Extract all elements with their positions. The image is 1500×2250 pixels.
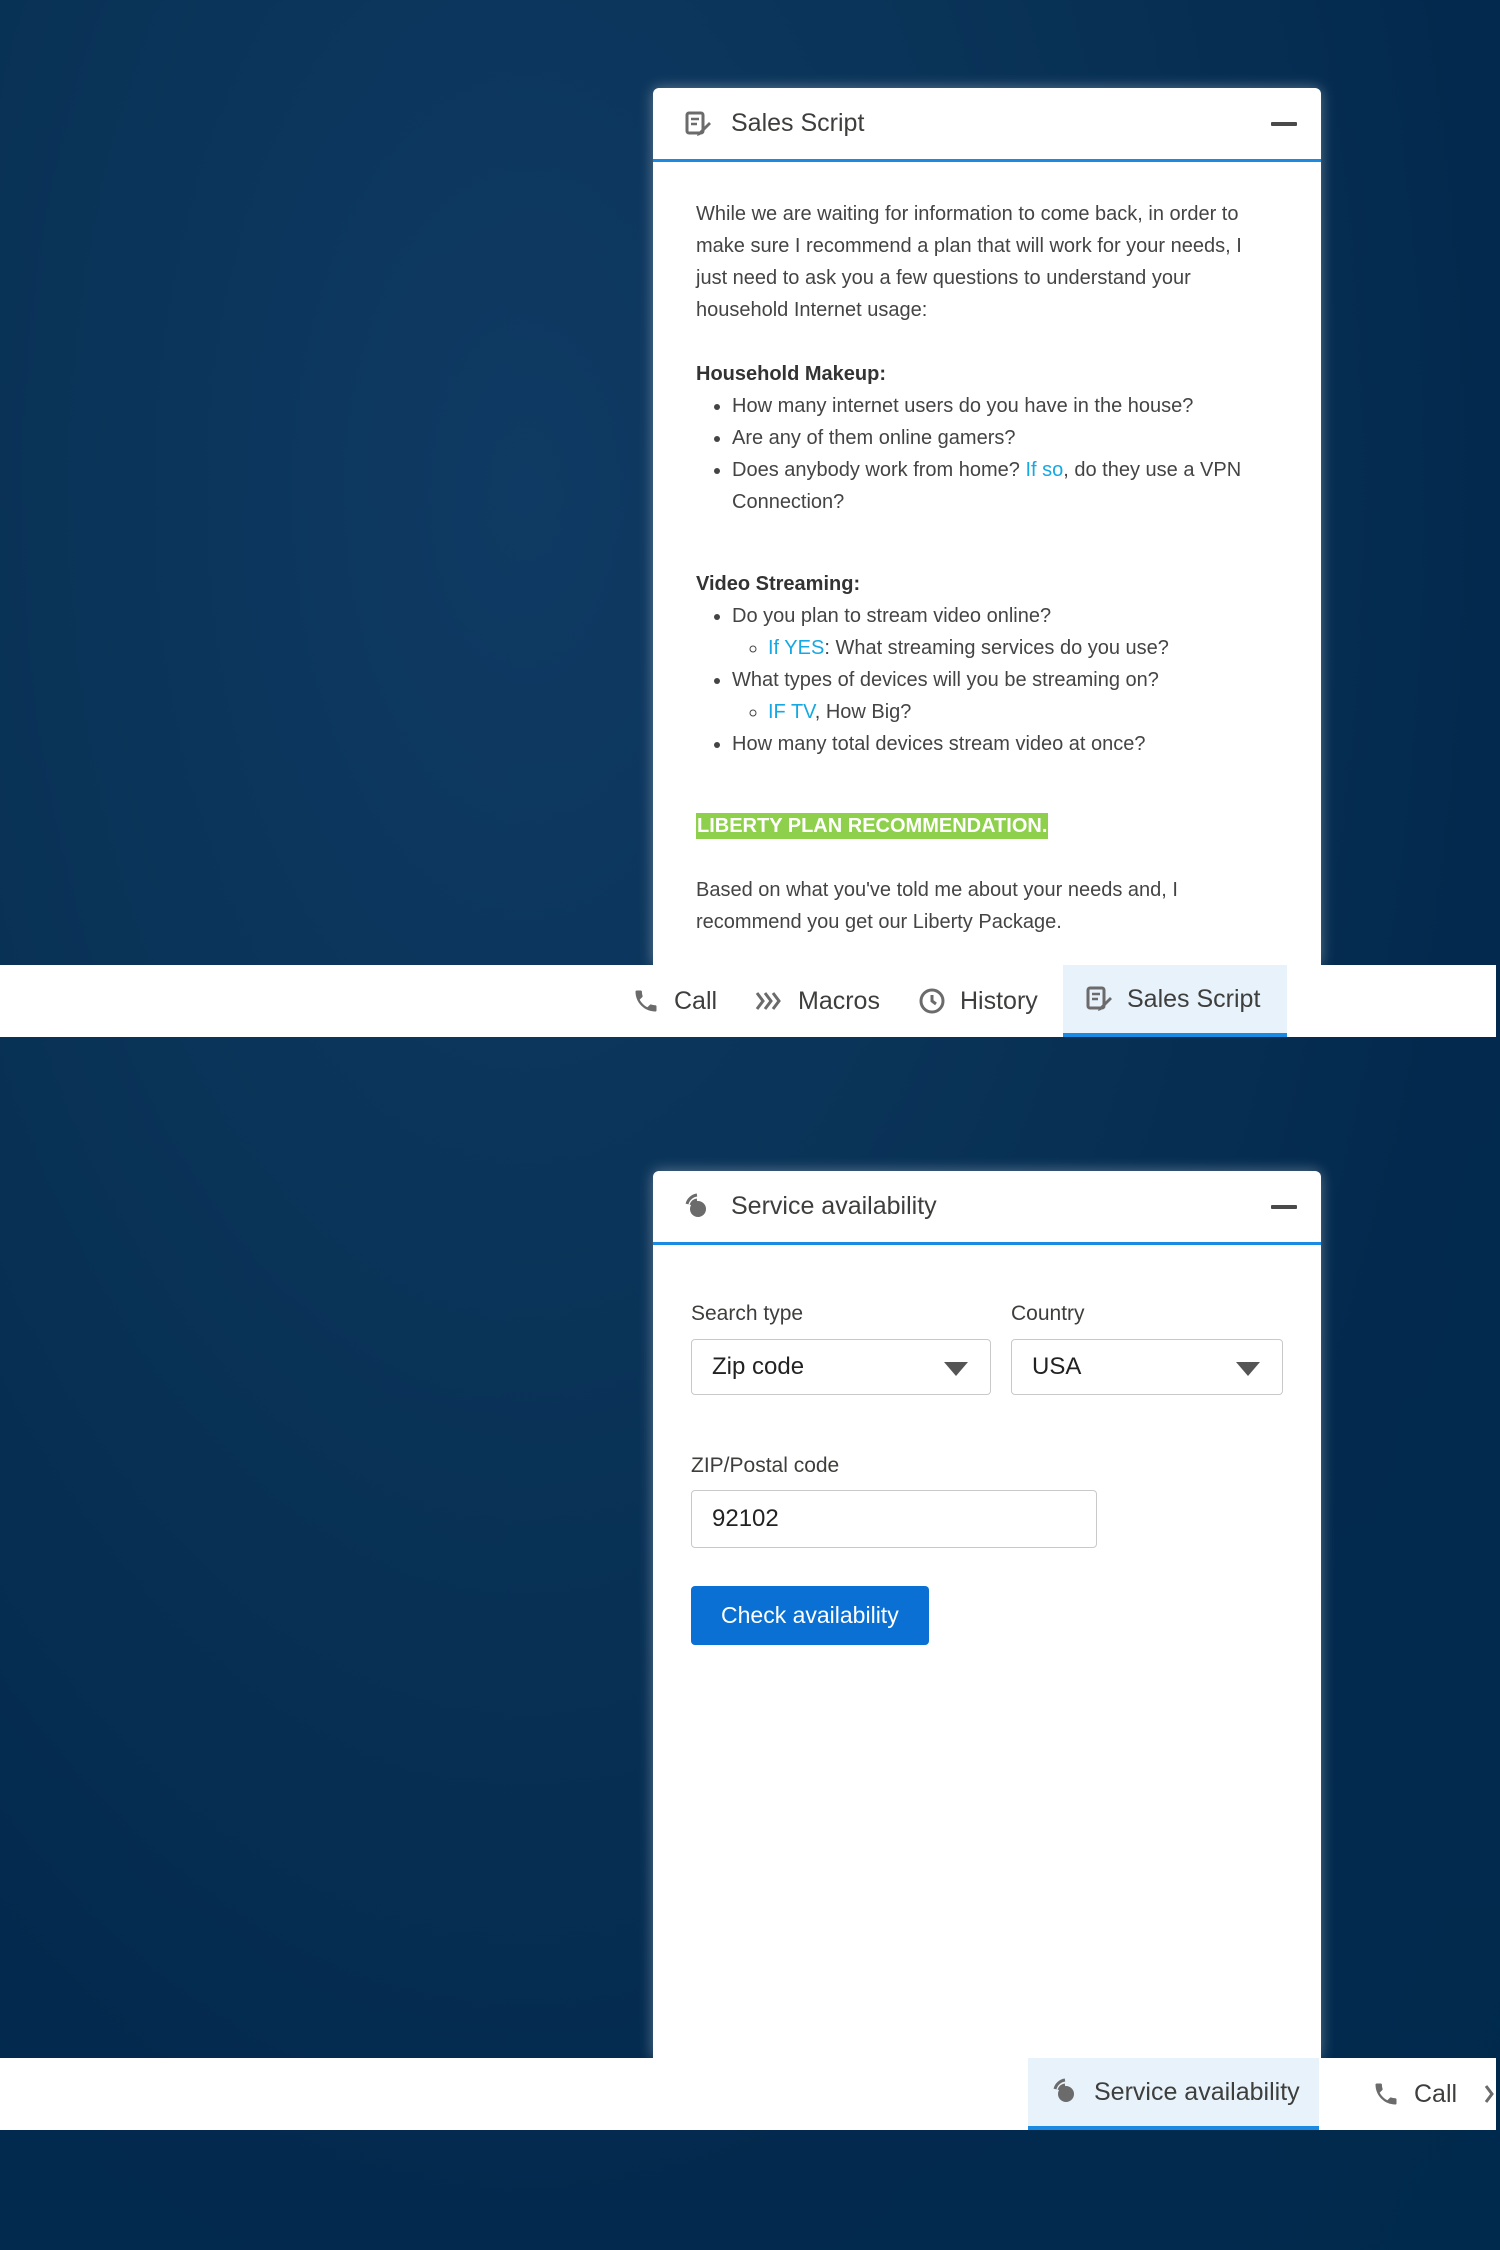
list-item: How many internet users do you have in t… [732, 390, 1261, 422]
household-heading: Household Makeup: [696, 363, 887, 385]
panel-title: Sales Script [731, 109, 865, 137]
script-link: If YES [768, 637, 825, 659]
panel-title: Service availability [731, 1192, 937, 1220]
country-value: USA [1032, 1353, 1082, 1380]
list-item: What types of devices will you be stream… [732, 664, 1261, 728]
sales-script-label: Sales Script [1127, 984, 1261, 1013]
script-intro: While we are waiting for information to … [696, 203, 1242, 321]
history-label: History [960, 986, 1038, 1015]
service-availability-panel: Service availability Search type Zip cod… [653, 1171, 1321, 2058]
sub-list-item: IF TV, How Big? [768, 696, 1261, 728]
call-button[interactable]: Call [1360, 2058, 1467, 2130]
video-list: Do you plan to stream video online? If Y… [696, 600, 1261, 760]
phone-icon [1370, 2078, 1402, 2110]
sales-script-panel: Sales Script While we are waiting for in… [653, 88, 1321, 965]
video-heading: Video Streaming: [696, 573, 861, 595]
list-item: Do you plan to stream video online? If Y… [732, 600, 1261, 664]
panel-header: Service availability [653, 1171, 1321, 1245]
search-type-value: Zip code [712, 1353, 805, 1380]
macros-button-partial[interactable] [1484, 2058, 1496, 2130]
macros-icon [754, 985, 786, 1017]
phone-icon [630, 985, 662, 1017]
macros-icon [1484, 2078, 1496, 2110]
chevron-down-icon [944, 1362, 968, 1376]
check-availability-button[interactable]: Check availability [691, 1586, 929, 1645]
service-availability-label: Service availability [1094, 2077, 1300, 2106]
sales-script-tab[interactable]: Sales Script [1063, 965, 1287, 1037]
recommendation-highlight: LIBERTY PLAN RECOMMENDATION. [696, 813, 1049, 839]
household-list: How many internet users do you have in t… [696, 390, 1261, 518]
sub-list-item: If YES: What streaming services do you u… [768, 632, 1261, 664]
script-body: While we are waiting for information to … [653, 162, 1321, 938]
zip-field[interactable] [691, 1490, 1097, 1548]
script-link: If so [1025, 459, 1064, 481]
script-link: IF TV [768, 701, 815, 723]
zip-label: ZIP/Postal code [691, 1454, 840, 1477]
chevron-down-icon [1236, 1362, 1260, 1376]
utility-bar-bottom: Service availability Call [0, 2058, 1496, 2130]
call-label: Call [674, 986, 718, 1015]
list-item: How many total devices stream video at o… [732, 728, 1261, 760]
search-type-select[interactable]: Zip code [691, 1339, 991, 1395]
list-item-text: Do you plan to stream video online? [732, 605, 1052, 627]
list-item-text: What types of devices will you be stream… [732, 669, 1159, 691]
script-icon [1083, 983, 1115, 1015]
clock-icon [916, 985, 948, 1017]
signal-icon [1050, 2076, 1082, 2108]
list-item-text: , How Big? [814, 701, 912, 723]
utility-bar-top: Call Macros History Sales Script [0, 965, 1496, 1037]
macros-button[interactable]: Macros [744, 965, 890, 1037]
list-item: Are any of them online gamers? [732, 422, 1261, 454]
panel-header: Sales Script [653, 88, 1321, 162]
macros-label: Macros [798, 986, 880, 1015]
minimize-button[interactable] [1271, 1205, 1297, 1209]
call-button[interactable]: Call [620, 965, 727, 1037]
country-select[interactable]: USA [1011, 1339, 1283, 1395]
list-item: Does anybody work from home? If so, do t… [732, 454, 1261, 518]
search-type-label: Search type [691, 1302, 804, 1325]
script-icon [683, 109, 713, 139]
minimize-button[interactable] [1271, 122, 1297, 126]
list-item-text: : What streaming services do you use? [824, 637, 1169, 659]
country-label: Country [1011, 1302, 1085, 1325]
script-closing: Based on what you've told me about your … [696, 879, 1178, 933]
call-label: Call [1414, 2079, 1458, 2108]
history-button[interactable]: History [906, 965, 1048, 1037]
signal-icon [683, 1192, 713, 1222]
service-availability-tab[interactable]: Service availability [1028, 2058, 1319, 2130]
list-item-text: Does anybody work from home? [732, 459, 1026, 481]
